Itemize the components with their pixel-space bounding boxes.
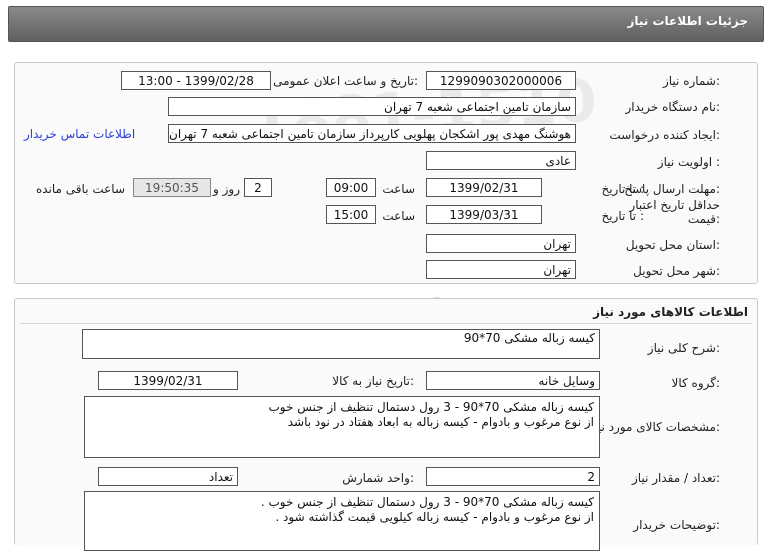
priority-label: اولویت نیاز : — [657, 155, 720, 169]
send-time-label: ساعت — [382, 182, 415, 196]
days-label: روز و — [213, 182, 240, 196]
need-number-field[interactable]: 1299090302000006 — [426, 71, 576, 90]
specs-line-2: از نوع مرغوب و بادوام - کیسه زباله به اب… — [287, 415, 594, 429]
validity-until-label: تا تاریخ : — [601, 209, 644, 223]
buyer-contact-link[interactable]: اطلاعات تماس خریدار — [24, 127, 135, 141]
need-date-label: تاریخ نیاز به کالا: — [332, 374, 414, 388]
city-field[interactable]: تهران — [426, 260, 576, 279]
buyer-notes-label: توضیحات خریدار: — [633, 518, 720, 532]
group-field[interactable]: وسایل خانه — [426, 371, 600, 390]
specs-line-1: کیسه زباله مشکی 70*90 - 3 رول دستمال تنظ… — [268, 400, 595, 414]
remaining-time-field: 19:50:35 — [133, 178, 211, 197]
goods-section-title: اطلاعات کالاهای مورد نیاز — [593, 305, 748, 319]
specs-field[interactable]: کیسه زباله مشکی 70*90 - 3 رول دستمال تنظ… — [84, 396, 600, 458]
qty-label: تعداد / مقدار نیاز: — [632, 471, 720, 485]
page-title: جزئیات اطلاعات نیاز — [627, 14, 748, 28]
divider — [20, 323, 752, 324]
creator-label: ایجاد کننده درخواست: — [609, 128, 720, 142]
group-label: گروه کالا: — [671, 376, 721, 390]
remaining-label: ساعت باقی مانده — [35, 182, 125, 196]
summary-field[interactable]: کیسه زباله مشکی 70*90 — [82, 329, 600, 359]
send-time-field[interactable]: 09:00 — [326, 178, 376, 197]
validity-time-label: ساعت — [382, 209, 415, 223]
announce-field[interactable]: 1399/02/28 - 13:00 — [121, 71, 271, 90]
province-label: استان محل تحویل: — [625, 238, 720, 252]
buyer-org-field[interactable]: سازمان تامین اجتماعی شعبه 7 تهران — [168, 97, 576, 116]
announce-label: تاریخ و ساعت اعلان عمومی: — [273, 74, 418, 88]
qty-field[interactable]: 2 — [426, 467, 600, 486]
buyer-org-label: نام دستگاه خریدار: — [625, 100, 721, 114]
province-field[interactable]: تهران — [426, 234, 576, 253]
city-label: شهر محل تحویل: — [633, 264, 720, 278]
creator-field[interactable]: هوشنگ مهدی پور اشکجان پهلویی کارپرداز سا… — [168, 124, 576, 143]
summary-label: شرح کلی نیاز: — [647, 341, 720, 355]
send-date-field[interactable]: 1399/02/31 — [426, 178, 542, 197]
need-number-label: شماره نیاز: — [662, 74, 720, 88]
send-until-date-label: تا تاریخ : — [601, 182, 644, 196]
need-date-field[interactable]: 1399/02/31 — [98, 371, 238, 390]
validity-time-field[interactable]: 15:00 — [326, 205, 376, 224]
unit-field[interactable]: تعداد — [98, 467, 238, 486]
specs-label: مشخصات کالای مورد نیاز: — [588, 420, 720, 434]
notes-line-1: کیسه زباله مشکی 70*90 - 3 رول دستمال تنظ… — [260, 495, 594, 509]
buyer-notes-field[interactable]: کیسه زباله مشکی 70*90 - 3 رول دستمال تنظ… — [84, 491, 600, 551]
priority-field[interactable]: عادی — [426, 151, 576, 170]
notes-line-2: از نوع مرغوب و بادوام - کیسه زباله کیلوی… — [275, 510, 594, 524]
validity-date-field[interactable]: 1399/03/31 — [426, 205, 542, 224]
days-field[interactable]: 2 — [244, 178, 272, 197]
unit-label: واحد شمارش: — [342, 471, 414, 485]
